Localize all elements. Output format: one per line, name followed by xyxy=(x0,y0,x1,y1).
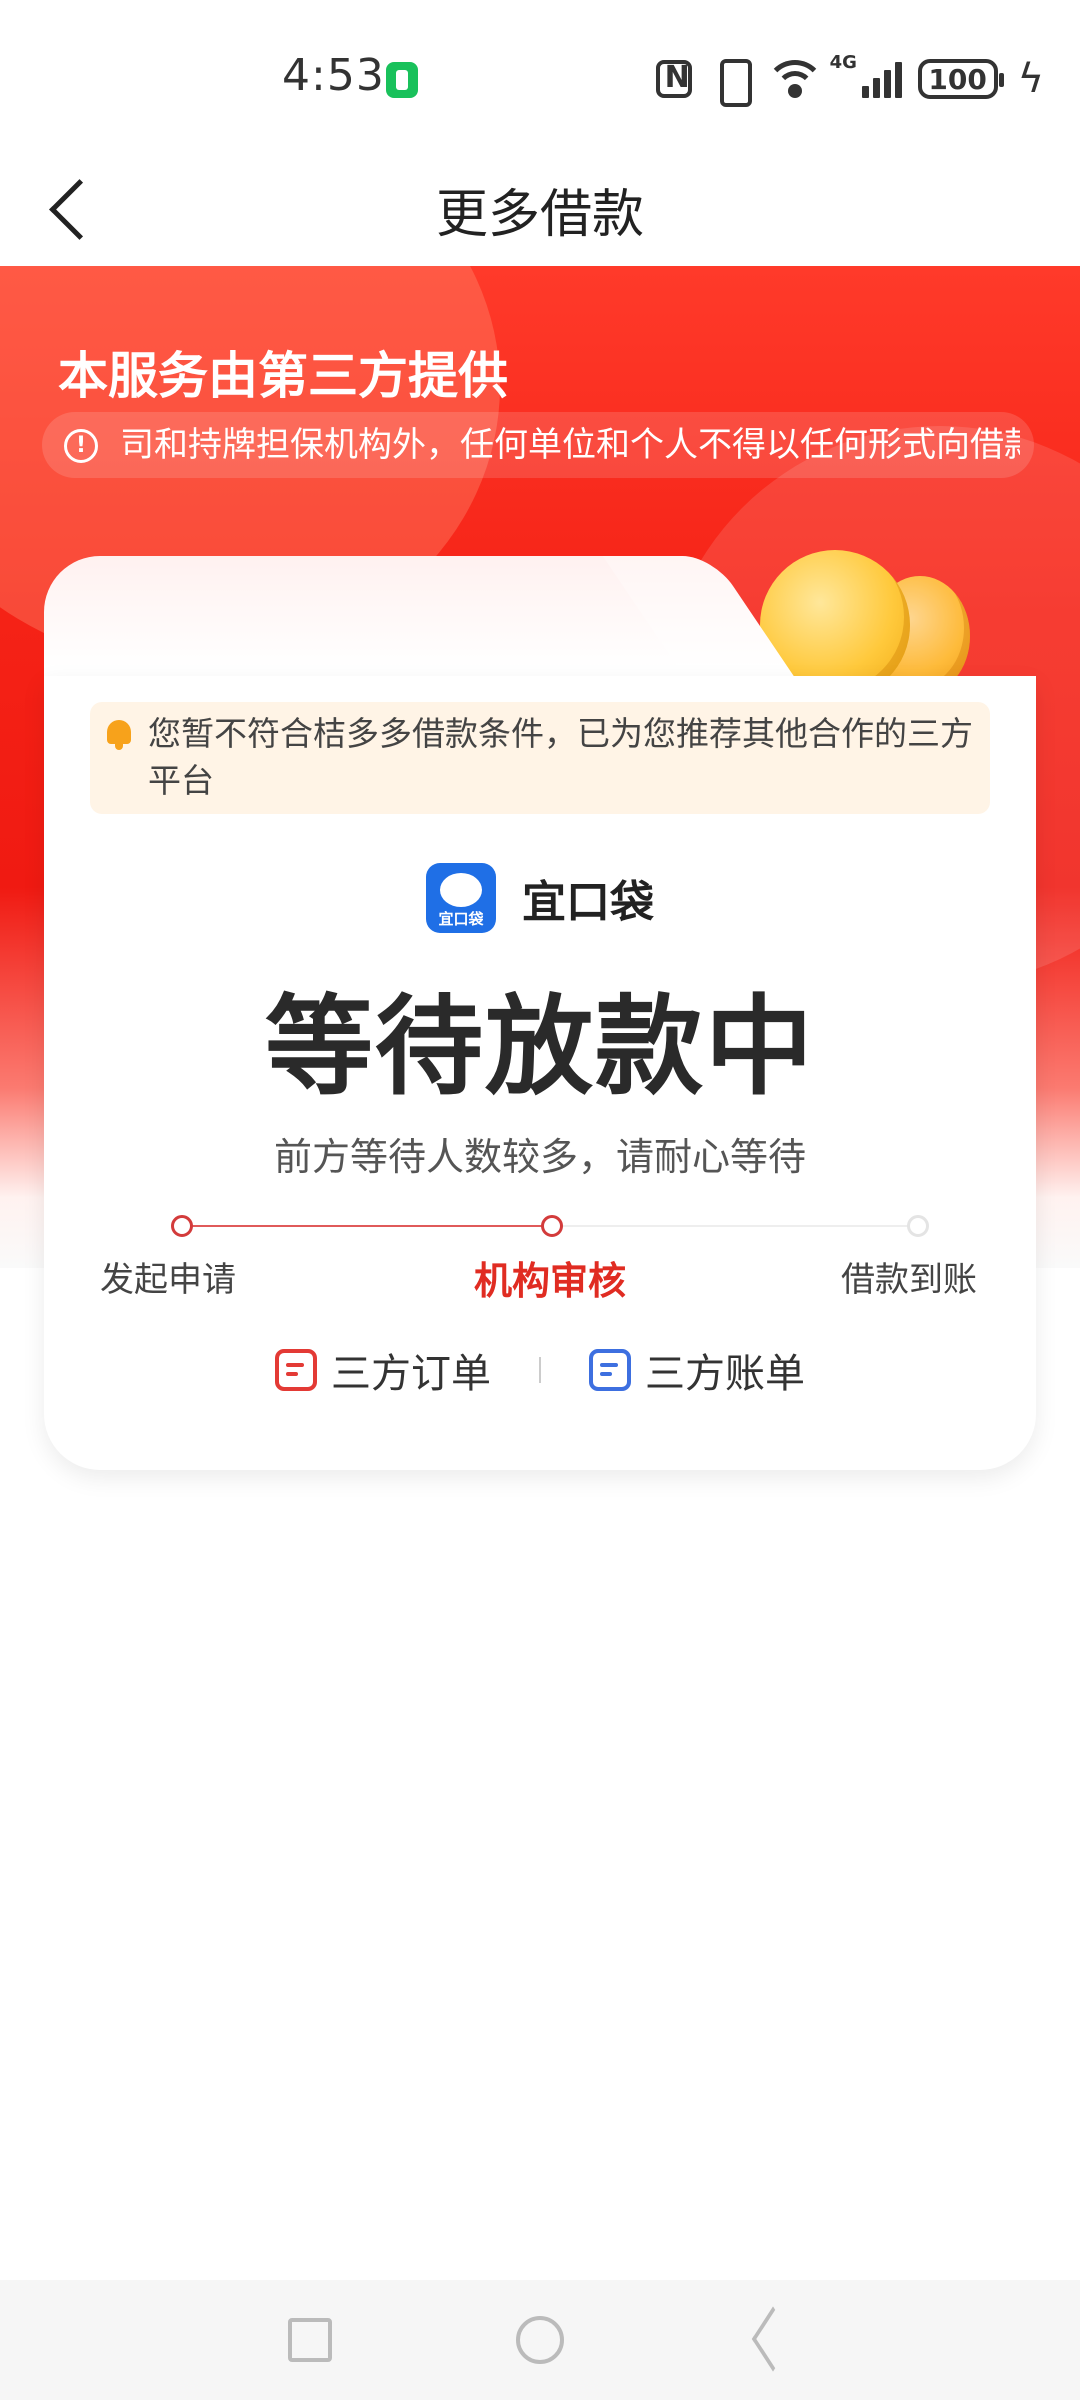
step-label-review: 机构审核 xyxy=(474,1259,627,1303)
info-icon: ! xyxy=(64,429,98,463)
order-link-label: 三方订单 xyxy=(331,1351,491,1397)
tip-box: 您暂不符合桔多多借款条件，已为您推荐其他合作的三方平台 xyxy=(90,702,990,814)
status-bar: 4:53 4G 100 ϟ xyxy=(0,0,1080,150)
recents-icon[interactable] xyxy=(288,2318,332,2362)
provider-note: 本服务由第三方提供 xyxy=(58,347,508,405)
home-icon[interactable] xyxy=(516,2316,564,2364)
status-time: 4:53 xyxy=(282,50,385,101)
battery-icon: 100 xyxy=(917,59,1004,99)
nav-back-icon[interactable] xyxy=(744,2314,792,2366)
links-row: 三方订单 三方账单 xyxy=(44,1340,1036,1400)
notice-text: 司和持牌担保机构外，任何单位和个人不得以任何形式向借款 xyxy=(120,425,1020,465)
battery-saver-icon xyxy=(386,62,418,98)
card-tab xyxy=(44,556,694,696)
charging-icon: ϟ xyxy=(1017,56,1044,102)
links-divider xyxy=(539,1357,541,1383)
platform-logo xyxy=(426,863,496,933)
status-icons: 4G 100 ϟ xyxy=(655,52,1044,107)
network-type: 4G xyxy=(829,52,857,73)
step-dot-apply xyxy=(171,1215,193,1237)
bill-link-label: 三方账单 xyxy=(645,1351,805,1397)
step-dot-arrival xyxy=(907,1215,929,1237)
nfc-icon xyxy=(655,60,692,98)
platform-name: 宜口袋 xyxy=(522,877,654,928)
step-label-apply: 发起申请 xyxy=(100,1260,236,1300)
signal-icon: 4G xyxy=(830,52,902,98)
third-party-bill-link[interactable]: 三方账单 xyxy=(589,1341,805,1399)
page-title: 更多借款 xyxy=(435,185,644,245)
status-subtitle: 前方等待人数较多，请耐心等待 xyxy=(273,1135,806,1179)
third-party-order-link[interactable]: 三方订单 xyxy=(275,1341,491,1399)
platform-row: 宜口袋 xyxy=(44,862,1036,934)
loan-status-card: 您暂不符合桔多多借款条件，已为您推荐其他合作的三方平台 宜口袋 等待放款中 前方… xyxy=(44,676,1036,1470)
system-nav-bar xyxy=(0,2280,1080,2400)
bill-icon xyxy=(589,1349,631,1391)
wifi-icon xyxy=(771,60,818,98)
step-label-arrival: 借款到账 xyxy=(841,1260,977,1300)
step-line-todo xyxy=(552,1225,918,1227)
status-title: 等待放款中 xyxy=(264,985,815,1110)
notice-bar[interactable]: ! 司和持牌担保机构外，任何单位和个人不得以任何形式向借款 xyxy=(42,412,1034,478)
bell-icon xyxy=(104,718,134,750)
step-line-done xyxy=(182,1225,552,1227)
tip-text: 您暂不符合桔多多借款条件，已为您推荐其他合作的三方平台 xyxy=(148,714,973,800)
progress-steps: 发起申请 机构审核 借款到账 xyxy=(44,1212,1036,1303)
step-dot-review xyxy=(541,1215,563,1237)
order-icon xyxy=(275,1349,317,1391)
header: 更多借款 xyxy=(0,150,1080,266)
vibrate-icon xyxy=(708,59,756,107)
